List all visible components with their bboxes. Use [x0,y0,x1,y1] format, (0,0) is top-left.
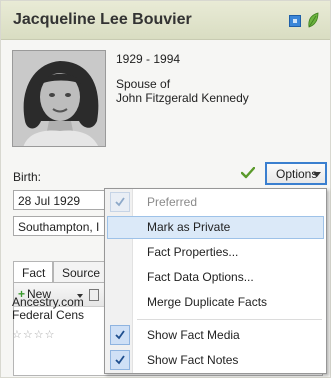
menu-item-label: Fact Data Options... [147,270,254,284]
document-icon[interactable] [89,289,99,301]
spouse-name[interactable]: John Fitzgerald Kennedy [116,91,249,105]
menu-item-show-fact-media[interactable]: Show Fact Media [107,324,324,347]
person-name: Jacqueline Lee Bouvier [13,11,192,28]
menu-item-label: Mark as Private [147,220,231,234]
portrait-image [13,51,105,146]
menu-item-merge-duplicate-facts[interactable]: Merge Duplicate Facts [107,291,324,314]
check-icon [110,350,130,370]
menu-item-label: Show Fact Media [147,328,240,342]
source-title[interactable]: Ancestry.com [12,295,84,309]
life-dates: 1929 - 1994 [116,52,181,66]
menu-item-show-fact-notes[interactable]: Show Fact Notes [107,349,324,372]
menu-separator [137,319,322,320]
person-panel: Jacqueline Lee Bouvier 1929 - 1994 Spous… [0,0,331,378]
green-check-icon [241,167,255,179]
birth-date-field[interactable]: 28 Jul 1929 [13,190,109,210]
options-dropdown-button[interactable]: Options [265,162,327,185]
chevron-down-icon [313,172,321,177]
birth-label: Birth: [13,170,42,184]
green-leaf-icon[interactable] [307,12,319,28]
blue-square-icon[interactable] [289,15,301,27]
check-icon [110,192,130,212]
menu-item-label: Preferred [147,195,198,209]
source-rating-stars[interactable]: ☆☆☆☆ [12,328,55,341]
check-icon [110,325,130,345]
tab-fact[interactable]: Fact [13,261,53,284]
person-photo[interactable] [12,50,106,147]
options-label: Options [276,167,318,181]
menu-item-preferred[interactable]: Preferred [107,191,324,214]
menu-item-fact-data-options[interactable]: Fact Data Options... [107,266,324,289]
menu-item-label: Show Fact Notes [147,353,239,367]
person-header: Jacqueline Lee Bouvier [1,1,330,40]
menu-item-label: Fact Properties... [147,245,239,259]
options-menu: Preferred Mark as Private Fact Propertie… [104,188,327,374]
menu-item-label: Merge Duplicate Facts [147,295,268,309]
menu-item-mark-as-private[interactable]: Mark as Private [107,216,324,239]
menu-item-fact-properties[interactable]: Fact Properties... [107,241,324,264]
relation-label: Spouse of [116,77,171,91]
source-subtitle[interactable]: Federal Cens [12,308,84,322]
birth-place-field[interactable]: Southampton, I [13,216,109,236]
